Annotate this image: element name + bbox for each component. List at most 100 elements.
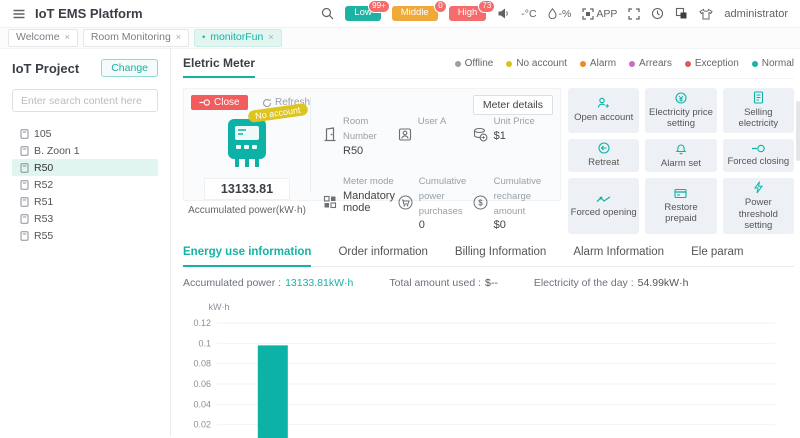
forced-opening-button[interactable]: Forced opening <box>568 178 640 235</box>
svg-text:0.08: 0.08 <box>193 359 211 369</box>
electricity-price-setting-button[interactable]: Electricity price setting <box>645 88 717 133</box>
power-threshold-setting-button[interactable]: Power threshold setting <box>722 178 794 235</box>
meter-details-button[interactable]: Meter details <box>472 95 553 115</box>
legend-label: Offline <box>464 58 494 69</box>
open-account-icon <box>597 97 610 109</box>
route-tab-label: Room Monitoring <box>90 31 171 44</box>
alarm-high-count: 73 <box>478 0 496 14</box>
svg-text:kW·h: kW·h <box>209 302 230 312</box>
legend-label: Arrears <box>639 58 672 69</box>
meter-node-icon <box>20 213 29 224</box>
volume-icon[interactable] <box>497 7 510 20</box>
svg-text:0.12: 0.12 <box>193 318 211 328</box>
layers-theme-icon[interactable] <box>675 7 688 20</box>
vertical-scrollbar[interactable] <box>796 101 800 161</box>
field-label: Cumulative power purchases <box>418 175 467 217</box>
tree-item-r50[interactable]: R50 <box>12 159 158 176</box>
alarm-high-label: High <box>457 7 478 19</box>
restore-prepaid-button[interactable]: Restore prepaid <box>645 178 717 235</box>
history-clock-icon[interactable] <box>651 7 664 20</box>
energy-bar-chart: 00.020.040.060.080.10.1200:0001:0002:000… <box>183 295 794 438</box>
bell-icon <box>675 142 687 155</box>
meter-figure: No account <box>184 102 310 171</box>
tab-billing-information[interactable]: Billing Information <box>455 246 546 266</box>
tab-close-icon[interactable]: × <box>176 32 181 44</box>
open-account-button[interactable]: Open account <box>568 88 640 133</box>
tree-item-label: B. Zoon 1 <box>34 144 80 157</box>
stat-value: $-- <box>485 277 498 290</box>
retreat-button[interactable]: Retreat <box>568 138 640 173</box>
field-meter-mode: Meter mode Mandatory mode <box>323 173 395 232</box>
field-label: Cumulative recharge amount <box>493 175 542 217</box>
section-title: Eletric Meter <box>183 56 256 78</box>
action-label: Selling electricity <box>738 107 779 130</box>
retreat-icon <box>598 142 610 154</box>
app-qr-button[interactable]: APP <box>582 8 617 20</box>
svg-text:0.02: 0.02 <box>193 420 211 430</box>
meter-node-icon <box>20 145 29 156</box>
forced-closing-button[interactable]: Forced closing <box>722 138 794 173</box>
route-tab-welcome[interactable]: Welcome × <box>8 29 78 47</box>
tree-item-105[interactable]: 105 <box>12 125 158 142</box>
tree-item-b-zoon-1[interactable]: B. Zoon 1 <box>12 142 158 159</box>
tree-item-label: R50 <box>34 161 54 174</box>
tab-alarm-information[interactable]: Alarm Information <box>573 246 664 266</box>
main-content: Eletric Meter Offline No account Alarm A… <box>171 49 800 438</box>
search-icon[interactable] <box>321 7 334 20</box>
sidebar-title: IoT Project <box>12 60 80 76</box>
route-tab-monitorfun[interactable]: • monitorFun × <box>194 29 282 47</box>
route-tab-room-monitoring[interactable]: Room Monitoring × <box>82 29 190 47</box>
tab-close-icon[interactable]: × <box>65 32 70 44</box>
tree-search-input[interactable] <box>12 89 158 112</box>
tab-close-icon[interactable]: × <box>268 32 273 44</box>
alarm-middle-count: 0 <box>434 0 447 14</box>
field-label: Meter mode <box>343 175 394 187</box>
meter-node-icon <box>20 196 29 207</box>
tree-item-r52[interactable]: R52 <box>12 176 158 193</box>
change-project-button[interactable]: Change <box>101 59 158 77</box>
energy-stats: Accumulated power : 13133.81kW·h Total a… <box>183 277 794 289</box>
legend-dot <box>506 60 513 67</box>
svg-text:0.04: 0.04 <box>193 400 211 410</box>
alarm-set-button[interactable]: Alarm set <box>645 138 717 173</box>
user-icon <box>398 113 412 157</box>
legend-dot <box>629 60 636 67</box>
close-meter-button[interactable]: Close <box>191 95 248 110</box>
legend-label: No account <box>516 58 567 69</box>
user-menu[interactable]: administrator <box>724 8 788 20</box>
lightning-icon <box>753 181 763 194</box>
legend-label: Exception <box>694 58 739 69</box>
tab-energy-use-information[interactable]: Energy use information <box>183 246 312 268</box>
alarm-level-low-badge[interactable]: Low 99+ <box>345 0 390 21</box>
alarm-level-middle-badge[interactable]: Middle 0 <box>391 0 447 21</box>
field-label: Room Number <box>343 116 377 142</box>
action-label: Forced closing <box>727 155 790 167</box>
switch-off-icon <box>751 144 766 153</box>
selling-electricity-button[interactable]: Selling electricity <box>722 88 794 133</box>
action-label: Forced opening <box>570 206 637 218</box>
meter-node-icon <box>20 128 29 139</box>
alarm-level-high-badge[interactable]: High 73 <box>448 0 496 21</box>
door-icon <box>323 113 337 157</box>
tree-item-label: R51 <box>34 195 54 208</box>
legend-no-account: No account <box>506 58 567 69</box>
meter-actions: Open account Electricity price setting S… <box>568 88 794 235</box>
hamburger-menu-icon[interactable] <box>12 7 26 21</box>
meter-node-icon <box>20 179 29 190</box>
fullscreen-icon[interactable] <box>628 7 641 20</box>
cart-icon <box>398 173 413 232</box>
legend-dot <box>751 60 758 67</box>
tab-order-information[interactable]: Order information <box>338 246 427 266</box>
tab-ele-param[interactable]: Ele param <box>691 246 743 266</box>
app-label: APP <box>596 7 618 20</box>
active-dot-icon: • <box>202 32 206 43</box>
skin-shirt-icon[interactable] <box>699 8 714 20</box>
tree-item-r53[interactable]: R53 <box>12 210 158 227</box>
tree-item-r51[interactable]: R51 <box>12 193 158 210</box>
action-label: Retreat <box>588 157 620 169</box>
bar-chart-svg: 00.020.040.060.080.10.1200:0001:0002:000… <box>193 302 775 438</box>
tree-item-r55[interactable]: R55 <box>12 227 158 244</box>
action-label: Electricity price setting <box>649 106 713 129</box>
field-label: User A <box>417 116 447 127</box>
stat-value: 54.99kW·h <box>637 277 689 290</box>
